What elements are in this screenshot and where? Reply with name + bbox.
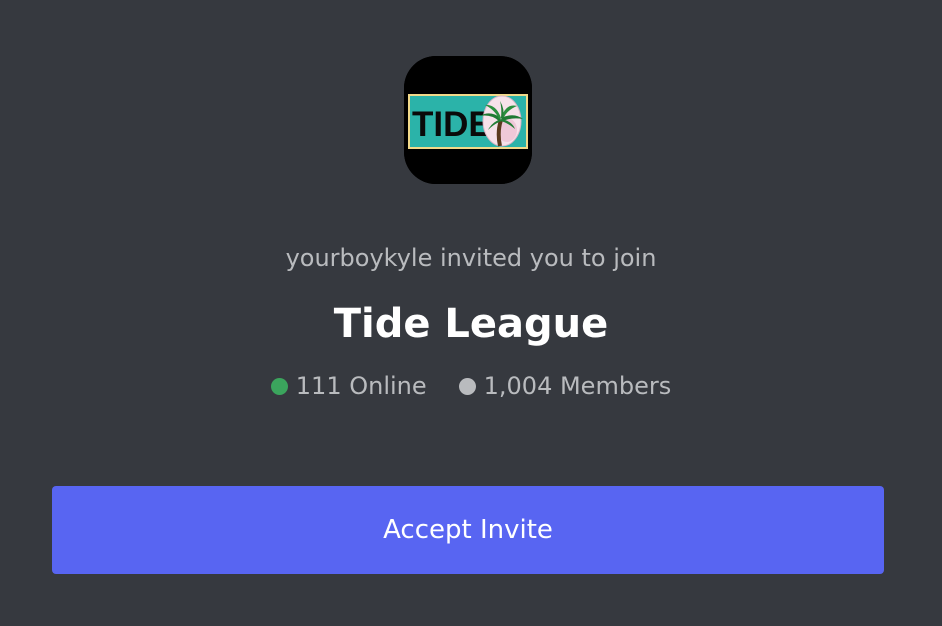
online-status-dot-icon xyxy=(270,377,288,395)
server-icon: TIDE xyxy=(404,56,532,184)
server-stats: 111 Online 1,004 Members xyxy=(0,368,942,404)
online-count: 111 Online xyxy=(270,368,427,404)
accept-invite-button[interactable]: Accept Invite xyxy=(52,486,884,574)
invite-card: TIDE yourboykyle invited you to join Tid… xyxy=(0,0,942,626)
server-name: Tide League xyxy=(333,301,609,347)
tide-league-logo-icon: TIDE xyxy=(404,56,532,184)
member-count: 1,004 Members xyxy=(458,368,672,404)
members-status-dot-icon xyxy=(458,377,476,395)
online-count-label: 111 Online xyxy=(295,372,427,400)
icon-text: TIDE xyxy=(412,105,492,144)
inviter-text: yourboykyle invited you to join xyxy=(285,244,657,272)
member-count-label: 1,004 Members xyxy=(483,372,672,400)
